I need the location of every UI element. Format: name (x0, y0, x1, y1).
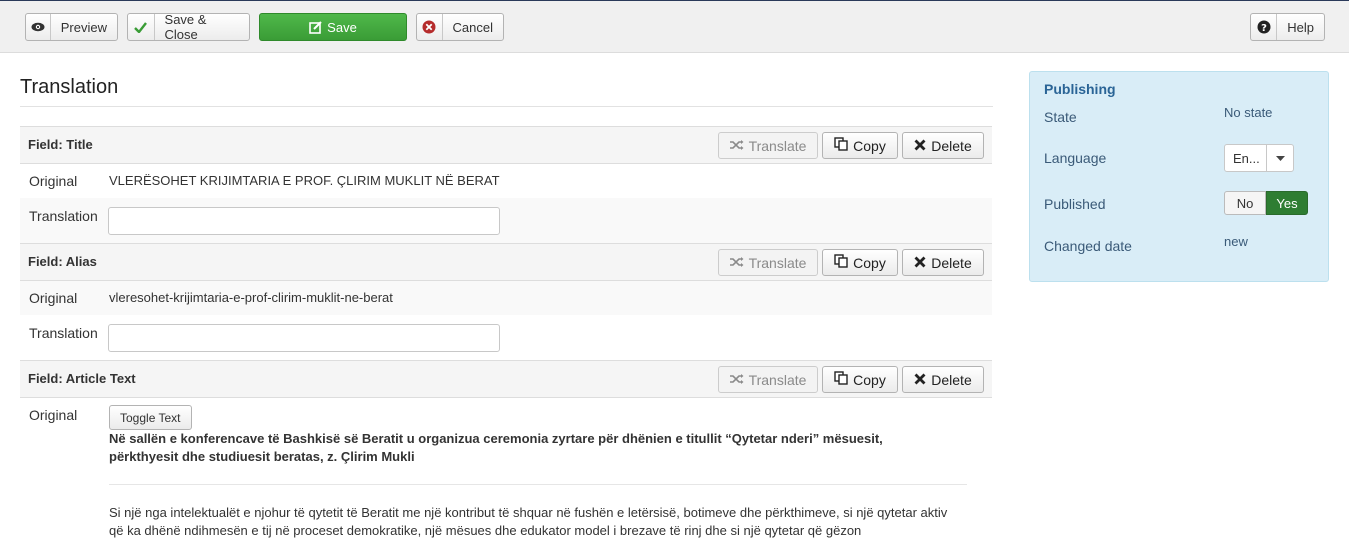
shuffle-icon (729, 255, 744, 271)
copy-icon (834, 254, 848, 271)
close-icon (914, 255, 926, 271)
article-body-text: Si një nga intelektualët e njohur të qyt… (109, 505, 948, 538)
toggle-text-button[interactable]: Toggle Text (109, 405, 192, 430)
original-label: Original (29, 173, 78, 189)
copy-label: Copy (853, 371, 886, 388)
state-label: State (1044, 109, 1077, 125)
translate-button[interactable]: Translate (718, 249, 818, 276)
copy-icon (834, 137, 848, 154)
field-name: Field: Alias (28, 254, 97, 269)
field-header-article-text: Field: Article Text Translate Copy Delet… (20, 360, 992, 398)
copy-button[interactable]: Copy (822, 132, 898, 159)
translation-label: Translation (29, 325, 98, 341)
published-yes-button[interactable]: Yes (1266, 191, 1308, 215)
publishing-panel: Publishing State No state Language En...… (1029, 71, 1329, 282)
copy-button[interactable]: Copy (822, 249, 898, 276)
translation-title-input[interactable] (108, 207, 500, 235)
language-label: Language (1044, 150, 1107, 166)
language-value: En... (1233, 150, 1260, 166)
divider (109, 484, 967, 485)
translate-label: Translate (748, 137, 807, 154)
copy-label: Copy (853, 254, 886, 271)
delete-label: Delete (931, 254, 972, 271)
close-icon (914, 372, 926, 388)
article-lead-text: Në sallën e konferencave të Bashkisë së … (109, 431, 883, 464)
changed-date-label: Changed date (1044, 238, 1132, 254)
svg-text:?: ? (1261, 23, 1267, 34)
published-no-button[interactable]: No (1224, 191, 1266, 215)
translate-label: Translate (748, 254, 807, 271)
field-name: Field: Article Text (28, 371, 136, 386)
copy-label: Copy (853, 137, 886, 154)
copy-button[interactable]: Copy (822, 366, 898, 393)
published-toggle: No Yes (1224, 191, 1308, 215)
question-icon: ? (1251, 14, 1278, 40)
close-icon (914, 138, 926, 154)
field-header-alias: Field: Alias Translate Copy Delete (20, 243, 992, 281)
delete-button[interactable]: Delete (902, 132, 984, 159)
original-label: Original (29, 407, 78, 423)
delete-button[interactable]: Delete (902, 249, 984, 276)
original-title-value: VLERËSOHET KRIJIMTARIA E PROF. ÇLIRIM MU… (109, 173, 500, 188)
publishing-heading: Publishing (1044, 81, 1116, 97)
changed-date-value: new (1224, 234, 1248, 249)
fields-area: Field: Title Translate Copy Delete Origi… (20, 0, 993, 546)
translate-label: Translate (748, 371, 807, 388)
published-label: Published (1044, 196, 1106, 212)
original-label: Original (29, 290, 78, 306)
state-value: No state (1224, 105, 1273, 120)
shuffle-icon (729, 138, 744, 154)
field-header-title: Field: Title Translate Copy Delete (20, 126, 992, 164)
help-button[interactable]: ? Help (1250, 13, 1325, 41)
help-label: Help (1287, 19, 1314, 35)
delete-label: Delete (931, 371, 972, 388)
caret-down-icon (1266, 145, 1293, 171)
delete-label: Delete (931, 137, 972, 154)
shuffle-icon (729, 372, 744, 388)
field-name: Field: Title (28, 137, 93, 152)
copy-icon (834, 371, 848, 388)
translation-alias-input[interactable] (108, 324, 500, 352)
translate-button[interactable]: Translate (718, 366, 818, 393)
translate-button[interactable]: Translate (718, 132, 818, 159)
language-select[interactable]: En... (1224, 144, 1294, 172)
translation-label: Translation (29, 208, 98, 224)
original-alias-value: vleresohet-krijimtaria-e-prof-clirim-muk… (109, 290, 393, 305)
delete-button[interactable]: Delete (902, 366, 984, 393)
